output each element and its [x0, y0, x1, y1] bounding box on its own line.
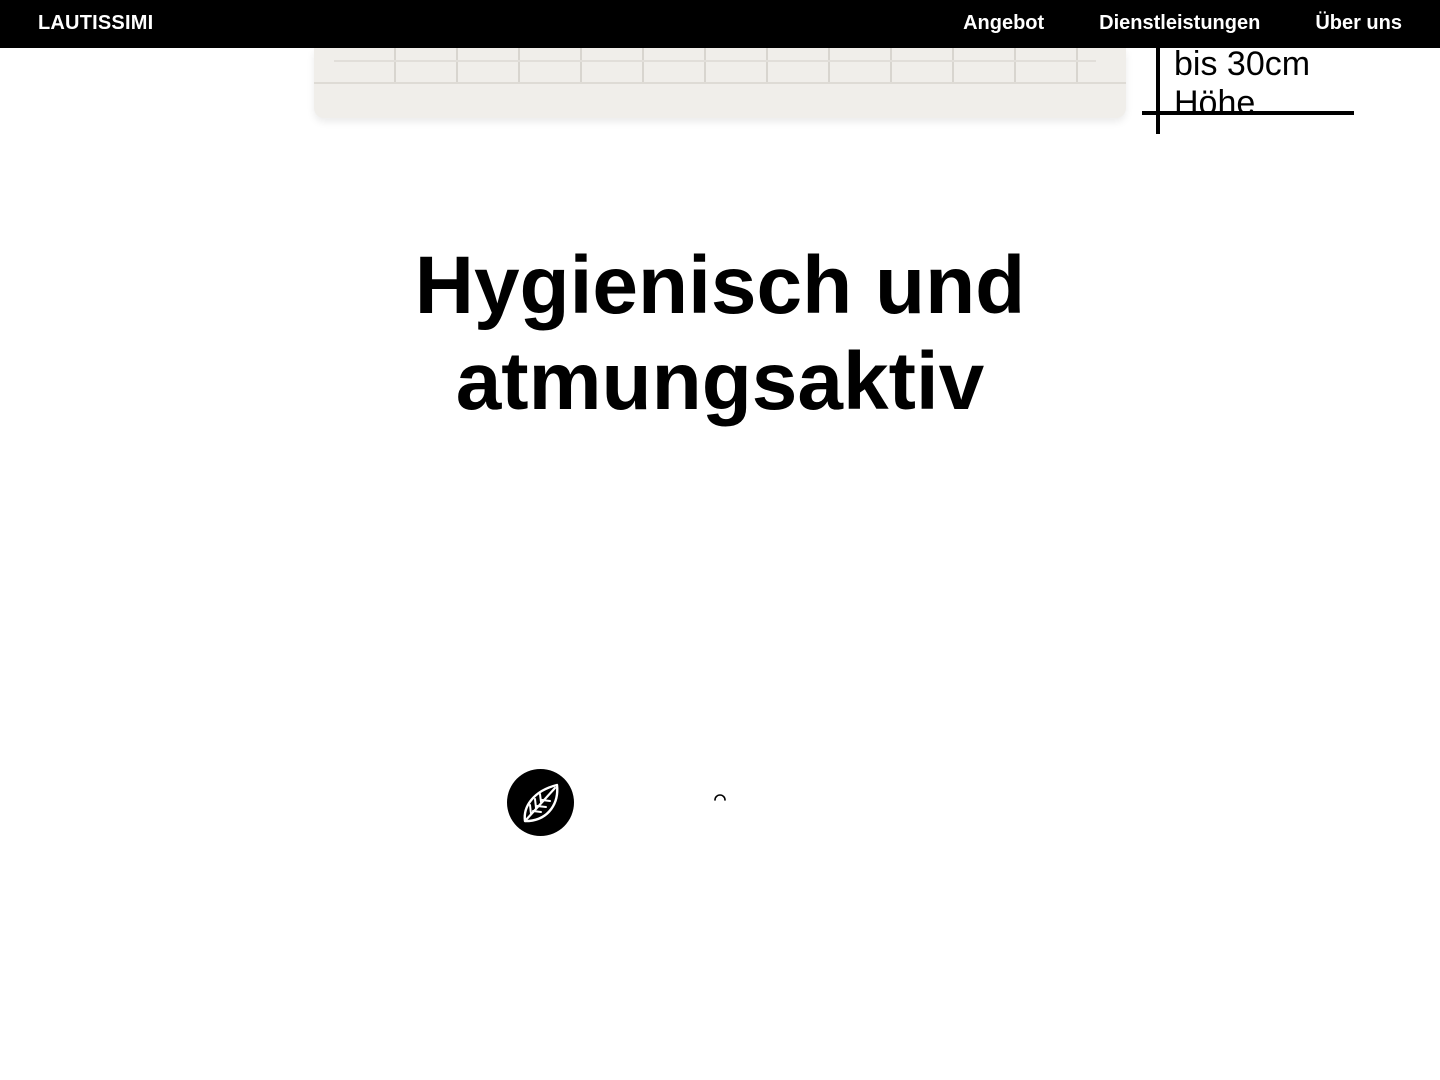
nav-link-angebot[interactable]: Angebot — [963, 12, 1044, 35]
page: LAUTISSIMI Angebot Dienstleistungen Über… — [0, 0, 1440, 1080]
height-annotation-line2: Höhe — [1174, 84, 1256, 122]
nav-links: Angebot Dienstleistungen Über uns — [963, 12, 1402, 35]
height-marker-horizontal — [1142, 111, 1354, 115]
mattress-image — [314, 48, 1126, 118]
mattress-seam — [334, 60, 1096, 62]
nav-link-dienstleistungen[interactable]: Dienstleistungen — [1099, 12, 1260, 35]
loading-spinner-icon — [714, 794, 726, 801]
height-marker-vertical — [1156, 48, 1160, 134]
brand-logo-link[interactable]: LAUTISSIMI — [38, 12, 153, 35]
nav-link-ueber-uns[interactable]: Über uns — [1315, 12, 1402, 35]
mattress-quilting — [336, 48, 1096, 82]
section-headline: Hygienisch und atmungsaktiv — [0, 238, 1440, 430]
top-navigation: LAUTISSIMI Angebot Dienstleistungen Über… — [0, 0, 1440, 48]
headline-line1: Hygienisch und — [414, 240, 1026, 331]
leaf-icon-graphic — [523, 783, 558, 822]
height-annotation-line1: bis 30cm — [1174, 45, 1311, 83]
leaf-icon — [507, 769, 574, 836]
mattress-band — [314, 82, 1126, 84]
headline-line2: atmungsaktiv — [455, 336, 985, 427]
